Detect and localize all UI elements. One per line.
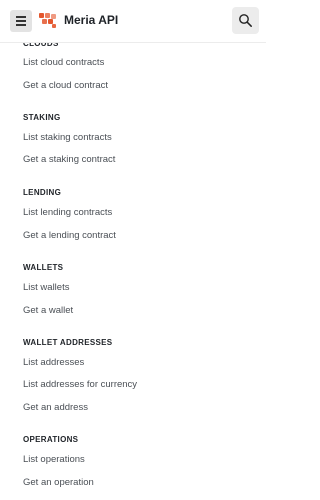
menu-icon bbox=[16, 16, 26, 18]
nav-item-list-addresses-for-currency[interactable]: List addresses for currency bbox=[23, 379, 137, 390]
section-title-wallets: WALLETS bbox=[23, 263, 64, 272]
nav-item-list-cloud-contracts[interactable]: List cloud contracts bbox=[23, 57, 104, 68]
search-button[interactable] bbox=[232, 7, 259, 34]
section-title-staking: STAKING bbox=[23, 113, 61, 122]
top-bar: Meria API bbox=[0, 0, 266, 43]
section-title-wallet-addresses: WALLET ADDRESSES bbox=[23, 338, 113, 347]
menu-button[interactable] bbox=[10, 10, 32, 32]
nav-item-list-staking-contracts[interactable]: List staking contracts bbox=[23, 132, 112, 143]
nav-item-list-lending-contracts[interactable]: List lending contracts bbox=[23, 207, 112, 218]
nav-item-get-staking-contract[interactable]: Get a staking contract bbox=[23, 154, 115, 165]
section-title-lending: LENDING bbox=[23, 188, 62, 197]
app-title: Meria API bbox=[64, 13, 119, 27]
nav-item-get-lending-contract[interactable]: Get a lending contract bbox=[23, 230, 116, 241]
search-icon bbox=[239, 14, 252, 27]
nav-item-get-cloud-contract[interactable]: Get a cloud contract bbox=[23, 80, 108, 91]
nav-item-get-address[interactable]: Get an address bbox=[23, 402, 88, 413]
nav-item-list-addresses[interactable]: List addresses bbox=[23, 357, 84, 368]
nav-item-list-operations[interactable]: List operations bbox=[23, 454, 85, 465]
nav-item-get-operation[interactable]: Get an operation bbox=[23, 477, 94, 488]
nav-item-get-wallet[interactable]: Get a wallet bbox=[23, 305, 73, 316]
meria-logo[interactable] bbox=[38, 10, 58, 30]
section-title-operations: OPERATIONS bbox=[23, 435, 79, 444]
nav-item-list-wallets[interactable]: List wallets bbox=[23, 282, 69, 293]
